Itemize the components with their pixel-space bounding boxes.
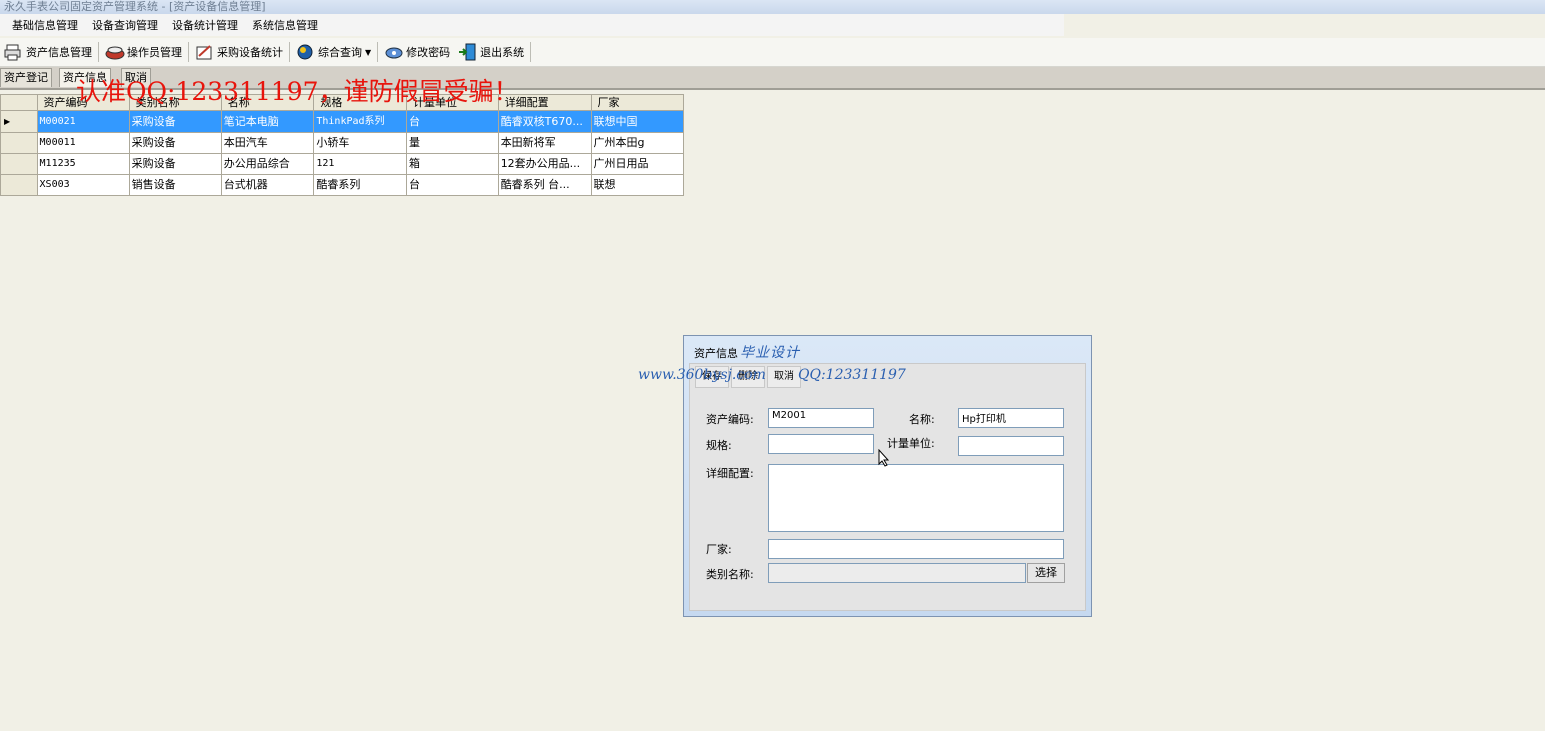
table-cell[interactable]: 销售设备 bbox=[128, 174, 222, 196]
toolbar: 资产信息管理 操作员管理 采购设备统计 综合查询 ▼ 修改密码 退出系统 bbox=[0, 38, 1545, 67]
toolbar-label: 操作员管理 bbox=[127, 46, 182, 59]
table-cell[interactable]: 酷睿双核T670... bbox=[497, 110, 592, 133]
toolbar-label: 资产信息管理 bbox=[26, 46, 92, 59]
table-cell[interactable]: 采购设备 bbox=[128, 153, 222, 175]
table-cell[interactable]: M11235 bbox=[36, 153, 130, 175]
table-cell[interactable]: 台 bbox=[405, 174, 499, 196]
cancel-button[interactable]: 取消 bbox=[767, 366, 801, 388]
toolbar-combined-query-button[interactable]: 综合查询 ▼ bbox=[292, 41, 375, 63]
spec-label: 规格: bbox=[706, 439, 732, 452]
table-cell[interactable]: 笔记本电脑 bbox=[220, 110, 315, 133]
row-selector[interactable] bbox=[0, 174, 38, 196]
table-cell[interactable]: 台式机器 bbox=[220, 174, 315, 196]
toolbar-purchase-stats-button[interactable]: 采购设备统计 bbox=[191, 41, 287, 63]
row-selector[interactable] bbox=[0, 132, 38, 154]
table-cell[interactable]: 广州日用品 bbox=[590, 153, 685, 175]
table-cell[interactable]: XS003 bbox=[36, 174, 130, 196]
unit-field[interactable] bbox=[958, 436, 1064, 456]
tab-asset-register[interactable]: 资产登记 bbox=[0, 68, 52, 87]
table-cell[interactable]: 联想 bbox=[590, 174, 685, 196]
table-row[interactable]: M00011 采购设备 本田汽车 小轿车 量 本田新将军 广州本田g bbox=[0, 132, 685, 154]
globe-search-icon bbox=[296, 43, 316, 61]
dialog-watermark-title: 毕业设计 bbox=[740, 345, 800, 361]
category-field[interactable] bbox=[768, 563, 1026, 583]
category-label: 类别名称: bbox=[706, 568, 754, 581]
unit-label: 计量单位: bbox=[887, 437, 935, 450]
title-bar: 永久手表公司固定资产管理系统 - [资产设备信息管理] bbox=[0, 0, 1545, 14]
toolbar-exit-button[interactable]: 退出系统 bbox=[454, 41, 528, 63]
table-row[interactable]: XS003 销售设备 台式机器 酷睿系列 台 酷睿系列 台... 联想 bbox=[0, 174, 685, 196]
exit-icon bbox=[458, 43, 478, 61]
printer-icon bbox=[4, 43, 24, 61]
table-cell[interactable]: M00011 bbox=[36, 132, 130, 154]
toolbar-separator bbox=[188, 42, 189, 62]
table-cell[interactable]: 12套办公用品... bbox=[497, 153, 592, 175]
table-cell[interactable]: 本田汽车 bbox=[220, 132, 315, 154]
table-cell[interactable]: 采购设备 bbox=[128, 110, 222, 133]
toolbar-operator-button[interactable]: 操作员管理 bbox=[101, 41, 186, 63]
asset-grid: 资产编码 类别名称 名称 规格 计量单位 详细配置 厂家 ▶ M00021 采购… bbox=[0, 94, 685, 196]
statistics-icon bbox=[195, 43, 215, 61]
menu-device-query[interactable]: 设备查询管理 bbox=[92, 17, 158, 33]
maker-label: 厂家: bbox=[706, 543, 732, 556]
table-cell[interactable]: 广州本田g bbox=[590, 132, 685, 154]
chevron-down-icon[interactable]: ▼ bbox=[365, 48, 371, 57]
toolbar-separator bbox=[98, 42, 99, 62]
row-header-corner bbox=[0, 94, 38, 111]
select-category-button[interactable]: 选择 bbox=[1027, 563, 1065, 583]
table-cell[interactable]: 酷睿系列 bbox=[313, 174, 407, 196]
table-cell[interactable]: 酷睿系列 台... bbox=[497, 174, 592, 196]
name-field[interactable]: Hp打印机 bbox=[958, 408, 1064, 428]
column-header[interactable]: 厂家 bbox=[590, 94, 685, 111]
watermark-text: 认准QQ:123311197，谨防假冒受骗！ bbox=[76, 77, 519, 106]
detail-textarea[interactable] bbox=[768, 464, 1064, 532]
spec-field[interactable] bbox=[768, 434, 874, 454]
row-selector-icon[interactable]: ▶ bbox=[0, 110, 38, 133]
table-cell[interactable]: 小轿车 bbox=[313, 132, 407, 154]
watermark-qq: QQ:123311197 bbox=[798, 367, 906, 383]
window-title: 永久手表公司固定资产管理系统 - [资产设备信息管理] bbox=[4, 0, 266, 13]
menu-device-stats[interactable]: 设备统计管理 bbox=[172, 17, 238, 33]
table-cell[interactable]: 联想中国 bbox=[590, 110, 685, 133]
maker-field[interactable] bbox=[768, 539, 1064, 559]
asset-code-label: 资产编码: bbox=[706, 413, 754, 426]
mouse-cursor-icon bbox=[878, 448, 890, 470]
row-selector[interactable] bbox=[0, 153, 38, 175]
table-cell[interactable]: M00021 bbox=[36, 110, 130, 133]
menu-basic-info[interactable]: 基础信息管理 bbox=[12, 17, 78, 33]
table-cell[interactable]: 办公用品综合 bbox=[220, 153, 315, 175]
table-row[interactable]: ▶ M00021 采购设备 笔记本电脑 ThinkPad系列 台 酷睿双核T67… bbox=[0, 110, 685, 133]
toolbar-label: 采购设备统计 bbox=[217, 46, 283, 59]
operator-icon bbox=[105, 43, 125, 61]
menu-bar: 基础信息管理 设备查询管理 设备统计管理 系统信息管理 bbox=[0, 14, 1064, 36]
watermark-url: www.360bysj.com bbox=[638, 367, 766, 383]
asset-code-field[interactable]: M2001 bbox=[768, 408, 874, 428]
toolbar-label: 综合查询 bbox=[318, 46, 362, 59]
table-cell[interactable]: 台 bbox=[405, 110, 499, 133]
toolbar-label: 退出系统 bbox=[480, 46, 525, 59]
toolbar-separator bbox=[530, 42, 532, 62]
name-label: 名称: bbox=[909, 413, 935, 426]
table-cell[interactable]: 量 bbox=[405, 132, 499, 154]
toolbar-asset-info-button[interactable]: 资产信息管理 bbox=[0, 41, 96, 63]
dialog-title: 资产信息 bbox=[694, 347, 738, 360]
table-row[interactable]: M11235 采购设备 办公用品综合 121 箱 12套办公用品... 广州日用… bbox=[0, 153, 685, 175]
toolbar-label: 修改密码 bbox=[406, 46, 451, 59]
toolbar-change-password-button[interactable]: 修改密码 bbox=[380, 41, 454, 63]
detail-label: 详细配置: bbox=[706, 467, 754, 480]
table-cell[interactable]: 本田新将军 bbox=[497, 132, 592, 154]
dialog-body: 保存 删除 取消 资产编码: M2001 名称: Hp打印机 规格: 计量单位:… bbox=[689, 363, 1086, 611]
password-icon bbox=[384, 43, 404, 61]
toolbar-separator bbox=[377, 42, 379, 62]
menu-system-info[interactable]: 系统信息管理 bbox=[252, 17, 318, 33]
table-cell[interactable]: 采购设备 bbox=[128, 132, 222, 154]
table-cell[interactable]: 箱 bbox=[405, 153, 499, 175]
toolbar-separator bbox=[289, 42, 290, 62]
table-cell[interactable]: 121 bbox=[313, 153, 407, 175]
table-cell[interactable]: ThinkPad系列 bbox=[313, 110, 407, 133]
